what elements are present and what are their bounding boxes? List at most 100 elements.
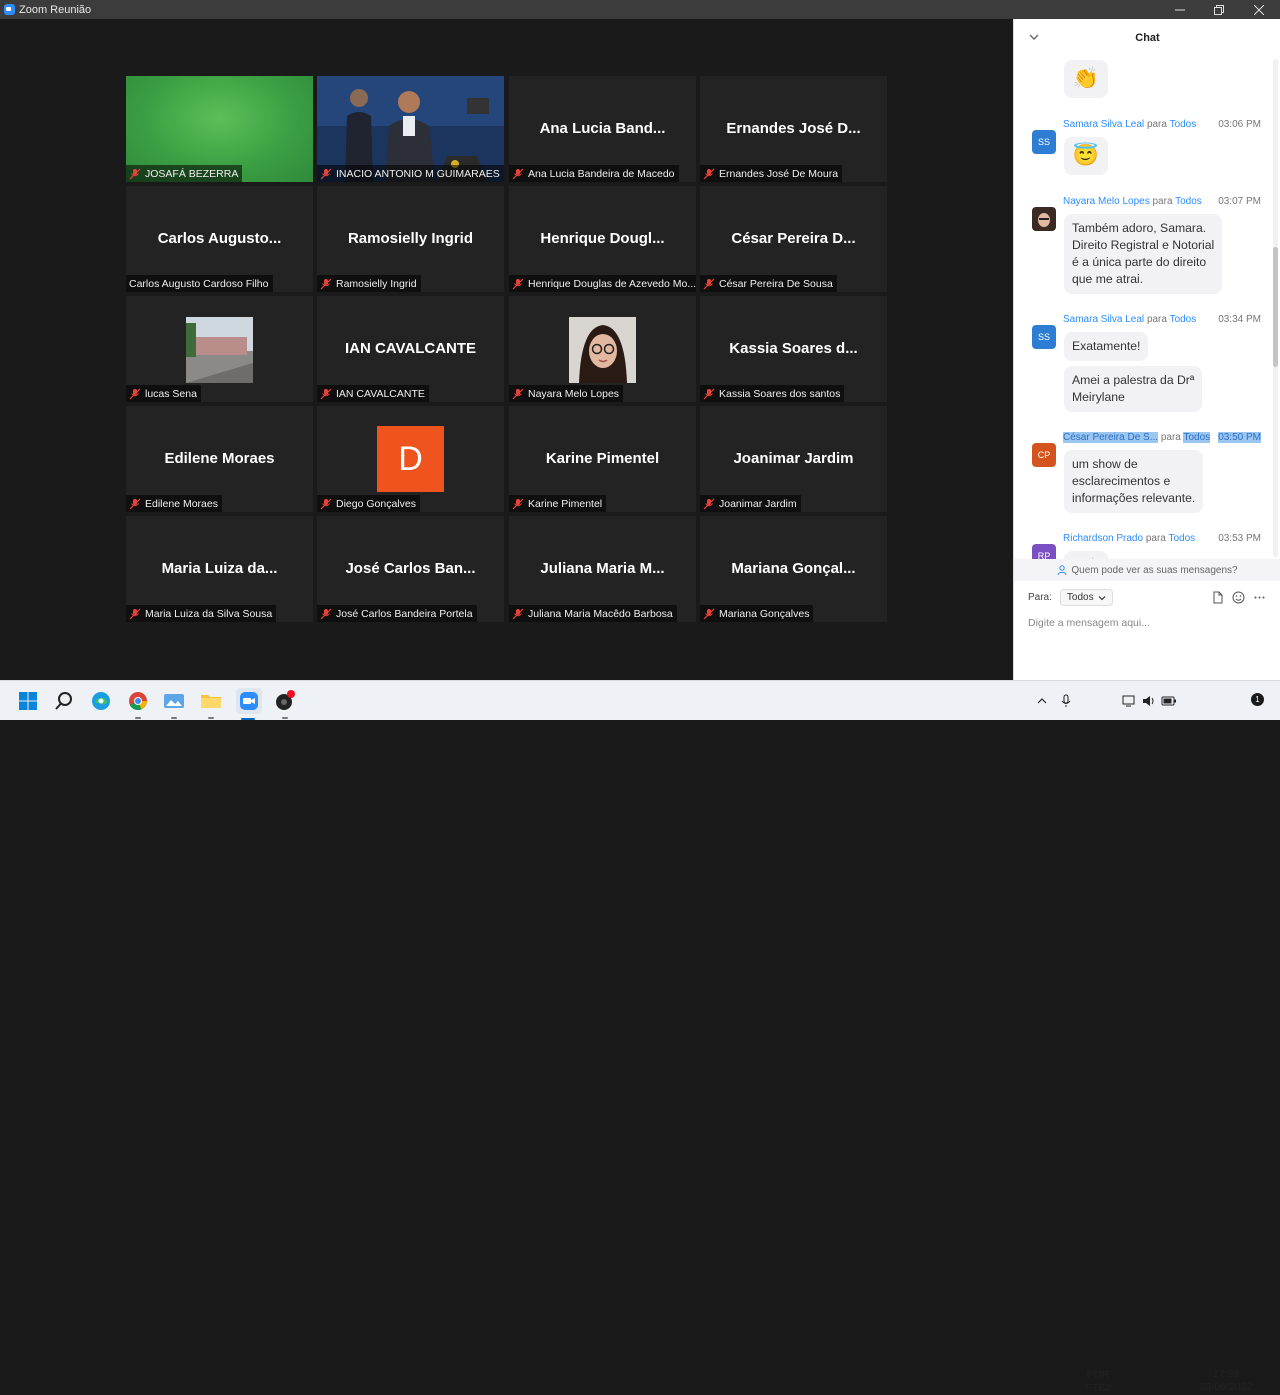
chat-sender[interactable]: Samara Silva Leal: [1063, 119, 1144, 130]
participant-name: Edilene Moraes: [145, 497, 218, 510]
participant-tile[interactable]: Maria Luiza da... Maria Luiza da Silva So…: [126, 516, 313, 622]
edge-icon: [92, 692, 110, 710]
restore-button[interactable]: [1199, 0, 1239, 19]
participant-name-label: INACIO ANTONIO M GUIMARAES: [317, 165, 504, 182]
volume-button[interactable]: [1140, 689, 1158, 713]
chat-scrollbar[interactable]: [1273, 59, 1278, 557]
camera-app-icon: [276, 690, 295, 710]
participant-tile[interactable]: Joanimar Jardim Joanimar Jardim: [700, 406, 887, 512]
who-can-see-link[interactable]: Quem pode ver as suas mensagens?: [1014, 559, 1280, 581]
search-button[interactable]: [52, 689, 76, 713]
minimize-icon: [1175, 9, 1185, 10]
chat-sender[interactable]: Richardson Prado: [1063, 533, 1143, 544]
running-indicator: [208, 717, 214, 719]
participant-display-name: Ana Lucia Band...: [539, 120, 666, 137]
participant-name-label: Ramosielly Ingrid: [317, 275, 421, 292]
participant-tile[interactable]: INACIO ANTONIO M GUIMARAES: [317, 76, 504, 182]
participant-tile[interactable]: Karine Pimentel Karine Pimentel: [509, 406, 696, 512]
mic-muted-icon: [512, 168, 524, 179]
participant-tile[interactable]: Kassia Soares d... Kassia Soares dos sant…: [700, 296, 887, 402]
participant-tile[interactable]: D Diego Gonçalves: [317, 406, 504, 512]
participant-tile[interactable]: Ernandes José D... Ernandes José De Moura: [700, 76, 887, 182]
chrome-button[interactable]: [126, 689, 150, 719]
network-button[interactable]: [1120, 689, 1138, 713]
participant-name-label: Karine Pimentel: [509, 495, 607, 512]
participant-tile[interactable]: Juliana Maria M... Juliana Maria Macêdo B…: [509, 516, 696, 622]
chat-message-list[interactable]: 👏 Samara Silva Leal para Todos 03:06 PM SS 😇…: [1014, 56, 1272, 559]
participant-name-label: Diego Gonçalves: [317, 495, 420, 512]
chat-sender[interactable]: César Pereira De S...: [1063, 432, 1159, 443]
emoji-icon[interactable]: [1232, 591, 1245, 604]
participant-tile[interactable]: César Pereira D... César Pereira De Sousa: [700, 186, 887, 292]
app-button[interactable]: [273, 689, 297, 719]
input-language[interactable]: POR PTB2: [1085, 1369, 1111, 1395]
participant-name: Joanimar Jardim: [719, 497, 797, 510]
recipient-row: Para: Todos: [1028, 589, 1113, 606]
chat-message-line: Amei a palestra da Drª: [1072, 373, 1195, 387]
microphone-tray-button[interactable]: [1057, 689, 1075, 713]
zoom-icon: [240, 692, 258, 710]
participant-name: Nayara Melo Lopes: [528, 387, 620, 400]
file-icon[interactable]: [1211, 591, 1224, 604]
chat-sender[interactable]: Nayara Melo Lopes: [1063, 196, 1150, 207]
participant-name-label: Joanimar Jardim: [700, 495, 801, 512]
participant-tile[interactable]: Carlos Augusto... Carlos Augusto Cardoso …: [126, 186, 313, 292]
chat-recipient[interactable]: Todos: [1183, 432, 1211, 443]
participant-tile[interactable]: Nayara Melo Lopes: [509, 296, 696, 402]
participant-name-label: Juliana Maria Macêdo Barbosa: [509, 605, 677, 622]
participant-name-label: Ernandes José De Moura: [700, 165, 843, 182]
recipient-select[interactable]: Todos: [1059, 589, 1113, 606]
chat-recipient[interactable]: Todos: [1170, 119, 1197, 130]
participant-display-name: Maria Luiza da...: [161, 560, 278, 577]
participant-name: Ernandes José De Moura: [719, 167, 839, 180]
chat-scrollbar-thumb[interactable]: [1273, 247, 1278, 367]
participant-tile[interactable]: IAN CAVALCANTE IAN CAVALCANTE: [317, 296, 504, 402]
notification-badge[interactable]: 1: [1251, 693, 1264, 706]
zoom-taskbar-button[interactable]: [236, 688, 262, 720]
clock[interactable]: 17:39 23/06/2022: [1198, 1368, 1254, 1394]
participant-tile[interactable]: Ana Lucia Band... Ana Lucia Bandeira de M…: [509, 76, 696, 182]
photos-button[interactable]: [162, 689, 186, 719]
more-icon[interactable]: [1253, 591, 1266, 604]
participant-tile[interactable]: Ramosielly Ingrid Ramosielly Ingrid: [317, 186, 504, 292]
clock-time: 17:39: [1212, 1368, 1240, 1380]
file-explorer-button[interactable]: [199, 689, 223, 719]
mic-muted-icon: [320, 388, 332, 399]
chat-emoji-message: 😇: [1064, 137, 1108, 175]
participant-tile[interactable]: José Carlos Ban... José Carlos Bandeira P…: [317, 516, 504, 622]
speaker-icon: [1143, 696, 1154, 706]
window-title: Zoom Reunião: [19, 3, 92, 16]
edge-button[interactable]: [89, 689, 113, 713]
participant-tile[interactable]: lucas Sena: [126, 296, 313, 402]
participant-display-name: José Carlos Ban...: [345, 560, 476, 577]
chat-timestamp: 03:34 PM: [1218, 314, 1261, 325]
chat-recipient[interactable]: Todos: [1168, 533, 1195, 544]
participant-tile[interactable]: Mariana Gonçal... Mariana Gonçalves: [700, 516, 887, 622]
sender-photo: [1032, 207, 1056, 231]
participant-tile[interactable]: JOSAFÁ BEZERRA: [126, 76, 313, 182]
mic-muted-icon: [129, 168, 141, 179]
chat-message-input[interactable]: [1028, 613, 1268, 633]
battery-icon: [1161, 696, 1176, 706]
chat-recipient[interactable]: Todos: [1170, 314, 1197, 325]
participant-tile[interactable]: Henrique Dougl... Henrique Douglas de Aze…: [509, 186, 696, 292]
show-hidden-icons-button[interactable]: [1033, 689, 1051, 713]
chat-sender[interactable]: Samara Silva Leal: [1063, 314, 1144, 325]
participant-tile[interactable]: Edilene Moraes Edilene Moraes: [126, 406, 313, 512]
start-button[interactable]: [16, 689, 40, 713]
battery-button[interactable]: [1160, 689, 1178, 713]
participant-display-name: Mariana Gonçal...: [731, 560, 856, 577]
chevron-down-icon[interactable]: [1028, 31, 1040, 43]
participant-name-label: Carlos Augusto Cardoso Filho: [126, 275, 273, 292]
participant-name-label: JOSAFÁ BEZERRA: [126, 165, 243, 182]
participant-name: Kassia Soares dos santos: [719, 387, 841, 400]
minimize-button[interactable]: [1160, 0, 1200, 19]
chat-recipient[interactable]: Todos: [1175, 196, 1202, 207]
participant-name: Ana Lucia Bandeira de Macedo: [528, 167, 675, 180]
participant-name-label: Maria Luiza da Silva Sousa: [126, 605, 277, 622]
chat-message-line: Também adoro, Samara.: [1072, 221, 1207, 235]
keyboard-layout: PTB2: [1085, 1382, 1112, 1394]
participant-name: Juliana Maria Macêdo Barbosa: [528, 607, 673, 620]
participant-name: Maria Luiza da Silva Sousa: [145, 607, 273, 620]
close-button[interactable]: [1239, 0, 1279, 19]
